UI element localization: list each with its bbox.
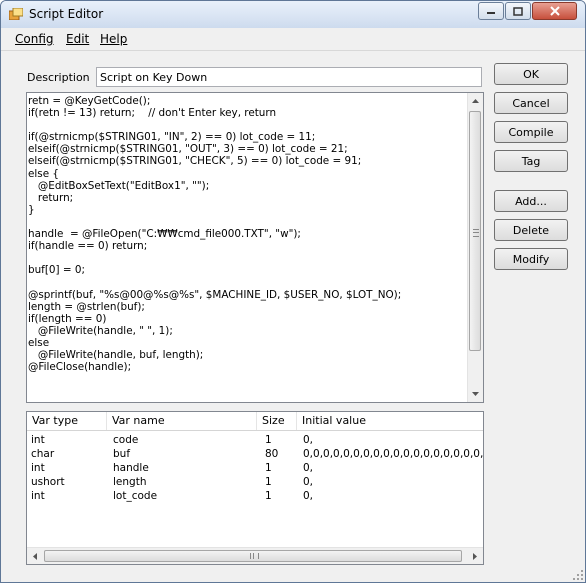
cell-var-name: length [113,476,147,488]
cell-size: 1 [265,476,272,488]
cell-var-type: int [31,490,45,502]
cell-initial-value: 0, [303,434,314,446]
script-text[interactable]: retn = @KeyGetCode(); if(retn != 13) ret… [27,93,483,373]
script-editor[interactable]: retn = @KeyGetCode(); if(retn != 13) ret… [26,92,484,403]
variable-row[interactable]: int handle 1 0, [27,461,483,475]
menu-config-label: Config [15,32,54,46]
variables-list[interactable]: Var type Var name Size Initial value int… [26,411,484,565]
column-header-size[interactable]: Size [257,412,297,430]
chevron-right-icon [473,552,477,560]
variables-horizontal-scrollbar[interactable] [27,547,483,564]
menu-help[interactable]: Help [100,32,127,46]
variable-row[interactable]: char buf 80 0,0,0,0,0,0,0,0,0,0,0,0,0,0,0,0… [27,447,483,461]
script-editor-window: Script Editor Config Edit Help Descripti… [0,0,586,583]
cell-size: 80 [265,448,279,460]
horizontal-scroll-thumb[interactable] [44,550,462,562]
variable-row[interactable]: ushort length 1 0, [27,475,483,489]
delete-button[interactable]: Delete [494,219,568,241]
close-button[interactable] [532,2,577,20]
modify-button[interactable]: Modify [494,248,568,270]
cancel-button[interactable]: Cancel [494,92,568,114]
scroll-up-button[interactable] [468,93,483,109]
cell-size: 1 [265,462,272,474]
column-header-var-name[interactable]: Var name [107,412,257,430]
grip-icon [250,553,259,559]
cell-initial-value: 0, [303,476,314,488]
cell-initial-value: 0,0,0,0,0,0,0,0,0,0,0,0,0,0,0,0,0,0,0,0, [303,448,483,460]
grip-icon [473,229,479,237]
cell-size: 1 [265,490,272,502]
cell-size: 1 [265,434,272,446]
menu-config[interactable]: Config [15,32,54,46]
menu-bar: Config Edit Help [1,28,585,51]
variable-row[interactable]: int code 1 0, [27,433,483,447]
title-bar[interactable]: Script Editor [1,1,585,28]
scroll-left-button[interactable] [27,548,43,564]
cell-var-name: code [113,434,139,446]
description-input[interactable] [96,67,482,87]
add-button[interactable]: Add... [494,190,568,212]
chevron-left-icon [33,552,37,560]
menu-edit[interactable]: Edit [66,32,89,46]
cell-initial-value: 0, [303,462,314,474]
minimize-button[interactable] [478,2,504,20]
scroll-thumb[interactable] [469,111,481,351]
cell-var-type: ushort [31,476,65,488]
cell-var-type: int [31,434,45,446]
window-title: Script Editor [29,7,104,21]
description-label: Description [27,71,90,84]
maximize-button[interactable] [505,2,531,20]
maximize-icon [513,6,523,16]
script-editor-icon [9,8,23,20]
cell-var-name: lot_code [113,490,158,502]
chevron-up-icon [472,99,479,103]
scroll-right-button[interactable] [467,548,483,564]
script-vertical-scrollbar[interactable] [467,93,483,402]
scroll-down-button[interactable] [468,386,483,402]
variables-header: Var type Var name Size Initial value [27,412,483,431]
cell-var-name: handle [113,462,149,474]
cell-var-type: char [31,448,55,460]
ok-button[interactable]: OK [494,63,568,85]
cell-var-type: int [31,462,45,474]
cell-var-name: buf [113,448,131,460]
chevron-down-icon [472,392,479,396]
minimize-icon [487,12,495,14]
resize-grip-icon[interactable] [573,570,583,580]
tag-button[interactable]: Tag [494,150,568,172]
menu-edit-label: Edit [66,32,90,46]
variable-row[interactable]: int lot_code 1 0, [27,489,483,503]
column-header-initial-value[interactable]: Initial value [297,412,483,430]
cell-initial-value: 0, [303,490,314,502]
compile-button[interactable]: Compile [494,121,568,143]
menu-help-label: Help [100,32,128,46]
close-icon [549,6,560,16]
column-header-var-type[interactable]: Var type [27,412,107,430]
